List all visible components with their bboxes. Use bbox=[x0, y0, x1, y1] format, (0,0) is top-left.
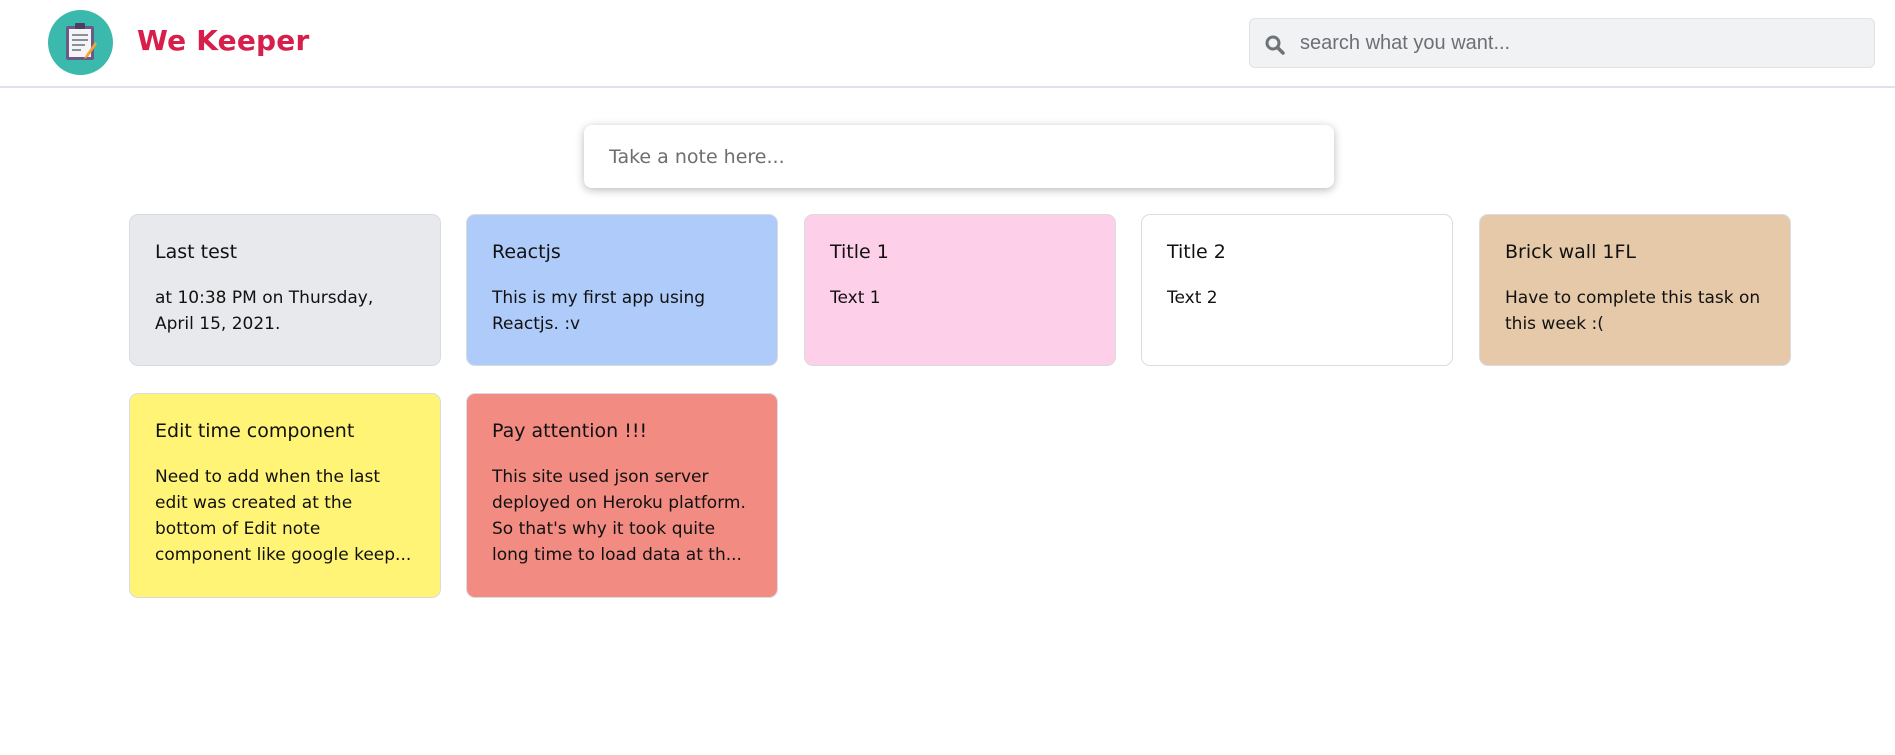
note-text: Have to complete this task on this week … bbox=[1505, 288, 1761, 334]
note-card[interactable]: Title 2 Text 2 bbox=[1141, 214, 1453, 366]
note-card[interactable]: Brick wall 1FL Have to complete this task… bbox=[1479, 214, 1791, 366]
note-card[interactable]: Title 1 Text 1 bbox=[804, 214, 1116, 366]
take-note-input[interactable] bbox=[609, 125, 1309, 188]
note-text: Need to add when the last edit was creat… bbox=[155, 467, 412, 565]
note-title: Brick wall 1FL bbox=[1505, 241, 1636, 263]
note-text: Text 1 bbox=[830, 288, 881, 308]
logo[interactable] bbox=[48, 10, 113, 75]
search-input[interactable] bbox=[1300, 19, 1860, 67]
note-title: Reactjs bbox=[492, 241, 561, 263]
note-text: This site used json server deployed on H… bbox=[492, 467, 746, 565]
note-title: Title 1 bbox=[830, 241, 889, 263]
note-title: Title 2 bbox=[1167, 241, 1226, 263]
app-header: We Keeper bbox=[0, 0, 1895, 88]
note-title: Last test bbox=[155, 241, 238, 263]
search-bar[interactable] bbox=[1249, 18, 1875, 68]
note-title: Edit time component bbox=[155, 420, 355, 442]
note-title: Pay attention !!! bbox=[492, 420, 648, 442]
clipboard-note-icon bbox=[66, 23, 97, 60]
note-text: at 10:38 PM on Thursday, April 15, 2021. bbox=[155, 288, 374, 334]
note-card[interactable]: Pay attention !!! This site used json ser… bbox=[466, 393, 778, 598]
take-note-box[interactable] bbox=[584, 125, 1334, 188]
note-text: This is my first app using Reactjs. :v bbox=[492, 288, 706, 334]
note-card[interactable]: Reactjs This is my first app using Reactj… bbox=[466, 214, 778, 366]
search-icon bbox=[1265, 35, 1285, 55]
note-text: Text 2 bbox=[1167, 288, 1218, 308]
note-card[interactable]: Edit time component Need to add when the … bbox=[129, 393, 441, 598]
brand-title: We Keeper bbox=[137, 24, 310, 57]
note-card[interactable]: Last test at 10:38 PM on Thursday, April … bbox=[129, 214, 441, 366]
